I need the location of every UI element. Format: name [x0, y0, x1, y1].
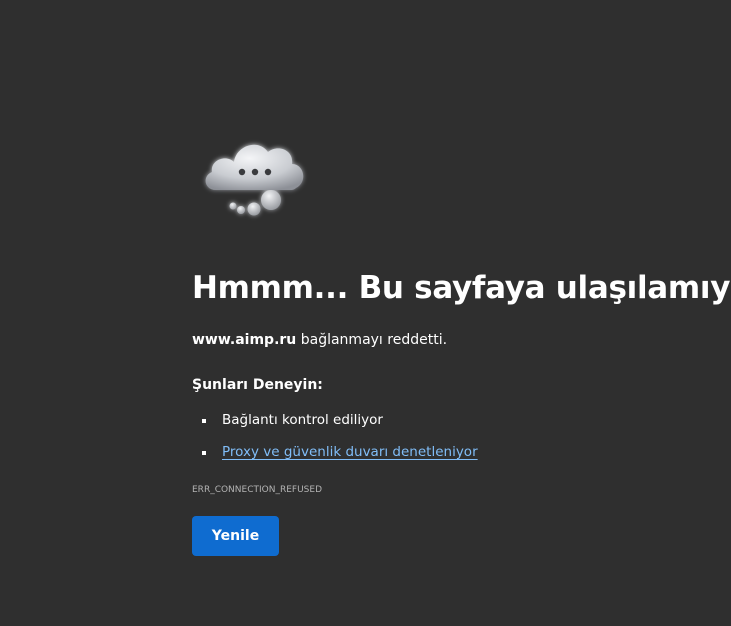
- host-name: www.aimp.ru: [192, 332, 297, 348]
- suggestion-text-check-connection: Bağlantı kontrol ediliyor: [222, 412, 383, 428]
- error-page: Hmmm... Bu sayfaya ulaşılamıyor www.aimp…: [0, 0, 731, 626]
- page-title: Hmmm... Bu sayfaya ulaşılamıyor: [192, 270, 731, 306]
- suggestion-item: Bağlantı kontrol ediliyor: [192, 410, 478, 442]
- suggestion-link-proxy-firewall[interactable]: Proxy ve güvenlik duvarı denetleniyor: [222, 444, 478, 460]
- reload-button[interactable]: Yenile: [192, 516, 279, 556]
- bullet-icon: [202, 451, 206, 455]
- error-code: ERR_CONNECTION_REFUSED: [192, 485, 322, 495]
- suggestions-list: Bağlantı kontrol ediliyor Proxy ve güven…: [192, 410, 478, 474]
- cloud-thinking-icon: [205, 144, 304, 216]
- bullet-icon: [202, 419, 206, 423]
- suggestions-heading: Şunları Deneyin:: [192, 377, 323, 393]
- suggestion-item: Proxy ve güvenlik duvarı denetleniyor: [192, 442, 478, 474]
- error-summary: www.aimp.ru bağlanmayı reddetti.: [192, 332, 447, 348]
- error-summary-text: bağlanmayı reddetti.: [296, 332, 448, 348]
